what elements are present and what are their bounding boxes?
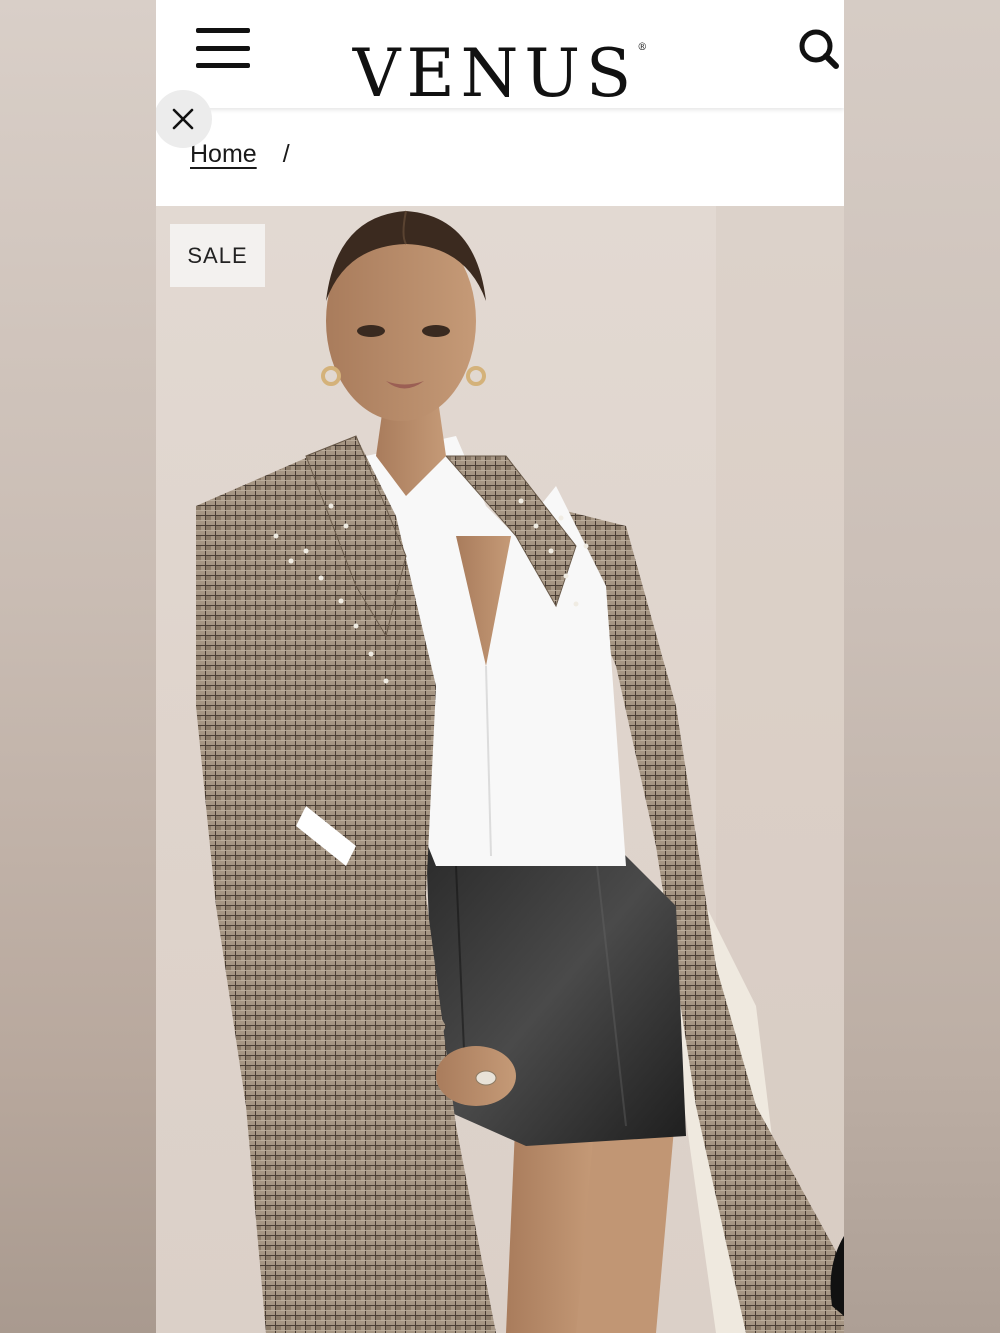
venus-logo[interactable]: VENUS® — [156, 12, 844, 110]
mobile-page: VENUS® Home / SALE — [156, 0, 844, 1333]
sale-badge: SALE — [170, 224, 265, 287]
close-icon[interactable] — [156, 90, 212, 148]
product-image[interactable]: SALE — [156, 206, 844, 1333]
site-header: VENUS® — [156, 0, 844, 110]
breadcrumb-home-link[interactable]: Home — [190, 140, 257, 169]
breadcrumb: Home / — [156, 108, 844, 206]
left-background-margin — [0, 0, 156, 1333]
model-photo-illustration — [196, 206, 844, 1333]
breadcrumb-separator: / — [282, 140, 290, 168]
logo-text: VENUS — [352, 35, 638, 112]
registered-mark: ® — [637, 42, 648, 53]
right-background-margin — [844, 0, 1000, 1333]
search-icon[interactable] — [796, 24, 844, 72]
